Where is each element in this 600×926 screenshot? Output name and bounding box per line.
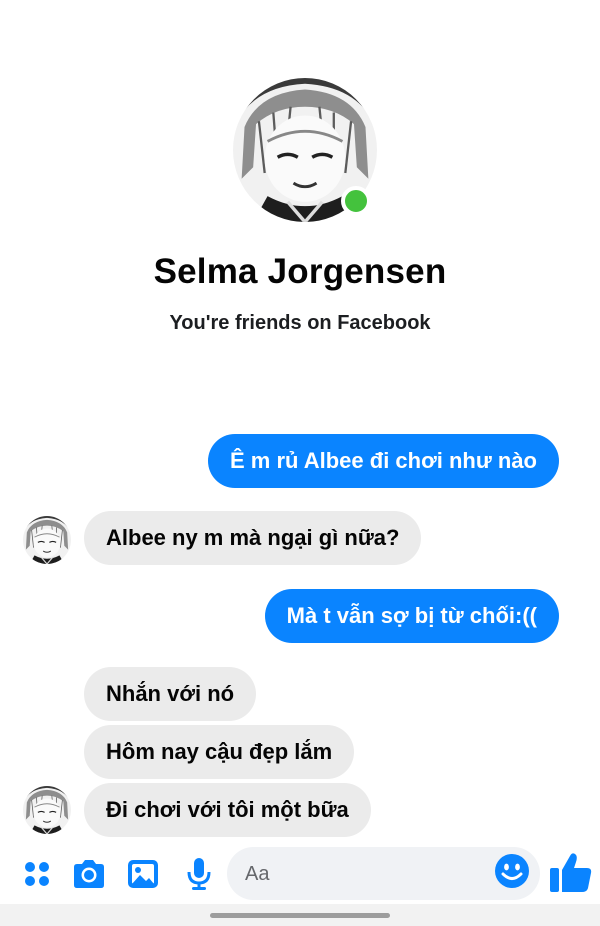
message-bubble-outgoing[interactable]: Ê m rủ Albee đi chơi như nào	[207, 434, 559, 488]
home-gesture-handle[interactable]	[210, 913, 390, 918]
sender-avatar[interactable]	[23, 786, 71, 834]
thumbs-up-icon[interactable]	[549, 850, 593, 894]
contact-profile-header: Selma Jorgensen You're friends on Facebo…	[0, 0, 600, 360]
message-bubble-incoming[interactable]: Hôm nay cậu đẹp lắm	[84, 725, 355, 779]
message-bubble-incoming[interactable]: Albee ny m mà ngại gì nữa?	[84, 511, 422, 565]
system-navigation-bar	[0, 904, 600, 926]
contact-avatar[interactable]	[233, 78, 377, 222]
message-composer	[0, 844, 600, 904]
camera-icon[interactable]	[71, 857, 107, 891]
message-input[interactable]	[243, 847, 487, 902]
message-bubble-incoming[interactable]: Đi chơi với tôi một bữa	[84, 783, 371, 837]
emoji-icon[interactable]	[494, 853, 530, 889]
apps-icon[interactable]	[19, 857, 55, 891]
microphone-icon[interactable]	[181, 857, 217, 891]
friendship-status: You're friends on Facebook	[169, 312, 431, 334]
sender-avatar[interactable]	[23, 516, 71, 564]
online-status-dot	[341, 186, 371, 216]
contact-name: Selma Jorgensen	[153, 252, 447, 291]
message-bubble-incoming[interactable]: Nhắn với nó	[84, 667, 257, 721]
message-bubble-outgoing[interactable]: Mà t vẫn sợ bị từ chối:((	[264, 589, 559, 643]
gallery-icon[interactable]	[125, 857, 161, 891]
